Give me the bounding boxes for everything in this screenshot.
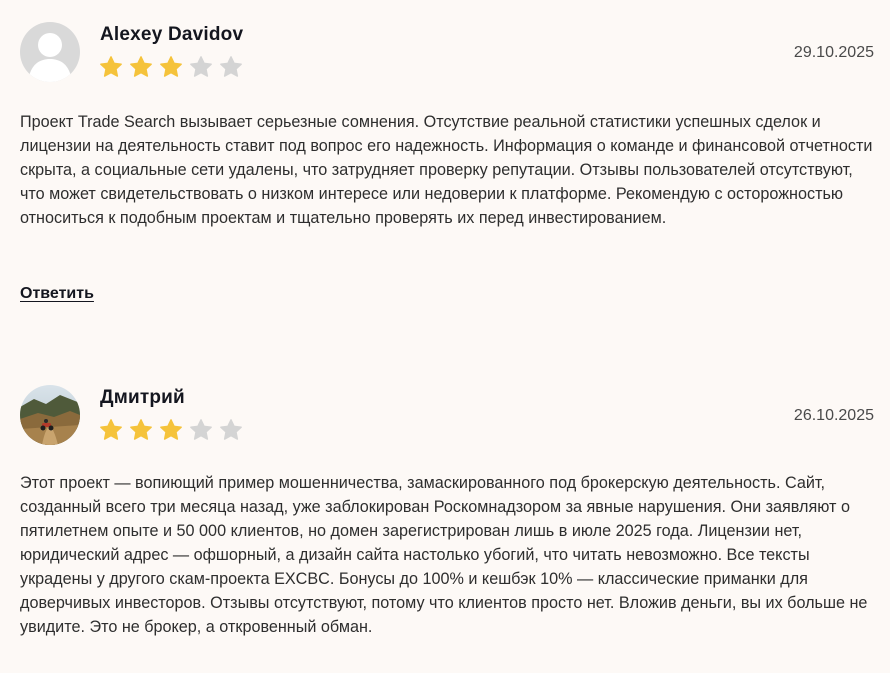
star-empty-icon bbox=[219, 418, 243, 442]
review-text: Этот проект — вопиющий пример мошенничес… bbox=[20, 474, 868, 636]
photo-avatar bbox=[20, 385, 80, 445]
default-user-icon bbox=[20, 22, 80, 82]
star-filled-icon bbox=[129, 55, 153, 79]
star-empty-icon bbox=[219, 55, 243, 79]
review-date: 26.10.2025 bbox=[793, 407, 874, 424]
star-filled-icon bbox=[99, 418, 123, 442]
review-date: 29.10.2025 bbox=[793, 44, 874, 61]
review-text: Проект Trade Search вызывает серьезные с… bbox=[20, 113, 873, 227]
reply-link[interactable]: Ответить bbox=[20, 285, 94, 303]
star-filled-icon bbox=[129, 418, 153, 442]
review-author: Alexey Davidov bbox=[100, 24, 244, 45]
star-filled-icon bbox=[159, 55, 183, 79]
star-rating bbox=[99, 55, 249, 81]
star-filled-icon bbox=[159, 418, 183, 442]
star-rating bbox=[99, 418, 249, 444]
review-author: Дмитрий bbox=[100, 387, 185, 408]
star-empty-icon bbox=[189, 55, 213, 79]
star-filled-icon bbox=[99, 55, 123, 79]
star-empty-icon bbox=[189, 418, 213, 442]
